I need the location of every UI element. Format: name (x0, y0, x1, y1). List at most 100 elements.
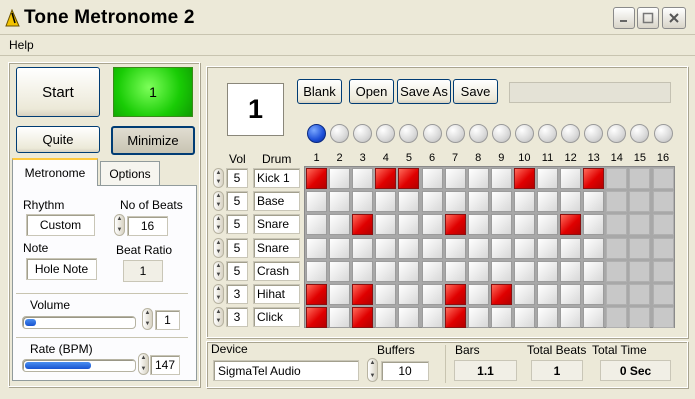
row-volume-spinner[interactable]: ▲ ▼ (213, 214, 224, 235)
rate-slider[interactable] (22, 359, 136, 372)
beats-spinner[interactable]: ▲ ▼ (114, 214, 125, 236)
pattern-cell[interactable] (398, 260, 420, 282)
pattern-cell[interactable] (583, 168, 605, 189)
buffers-field[interactable]: 10 (381, 361, 429, 381)
pattern-cell[interactable] (490, 168, 512, 189)
pattern-cell[interactable] (467, 260, 489, 282)
pattern-cell[interactable] (513, 307, 535, 329)
row-drum[interactable]: Snare (253, 214, 300, 235)
pattern-cell[interactable] (560, 307, 582, 329)
rhythm-field[interactable]: Custom (26, 214, 95, 236)
row-volume[interactable]: 3 (226, 284, 248, 304)
pattern-cell[interactable] (375, 168, 397, 189)
row-volume-spinner[interactable]: ▲ ▼ (213, 191, 224, 212)
beats-field[interactable]: 16 (127, 216, 168, 236)
row-volume[interactable]: 5 (226, 237, 248, 258)
rate-spinner[interactable]: ▲ ▼ (138, 353, 149, 375)
pattern-cell[interactable] (467, 191, 489, 213)
pattern-cell[interactable] (444, 307, 466, 329)
pattern-cell[interactable] (421, 284, 443, 305)
pattern-cell[interactable] (560, 168, 582, 189)
pattern-cell[interactable] (583, 214, 605, 236)
pattern-cell[interactable] (329, 284, 351, 305)
pattern-cell[interactable] (421, 168, 443, 189)
quite-button[interactable]: Quite (16, 126, 100, 153)
minimize-window-button[interactable] (613, 7, 635, 29)
pattern-cell[interactable] (329, 168, 351, 189)
pattern-cell[interactable] (583, 307, 605, 329)
pattern-cell[interactable] (375, 191, 397, 213)
pattern-cell[interactable] (467, 237, 489, 259)
row-volume-spinner[interactable]: ▲ ▼ (213, 237, 224, 258)
pattern-cell[interactable] (467, 168, 489, 189)
pattern-cell[interactable] (329, 191, 351, 213)
row-volume-spinner[interactable]: ▲ ▼ (213, 307, 224, 328)
open-button[interactable]: Open (349, 79, 394, 104)
pattern-cell[interactable] (537, 214, 558, 236)
start-button[interactable]: Start (16, 67, 100, 117)
pattern-cell[interactable] (352, 237, 374, 259)
pattern-cell[interactable] (490, 260, 512, 282)
pattern-cell[interactable] (467, 284, 489, 305)
pattern-cell[interactable] (421, 191, 443, 213)
pattern-cell[interactable] (421, 260, 443, 282)
pattern-cell[interactable] (537, 260, 558, 282)
pattern-cell[interactable] (537, 284, 558, 305)
pattern-cell[interactable] (352, 191, 374, 213)
pattern-cell[interactable] (375, 260, 397, 282)
tab-options[interactable]: Options (100, 161, 160, 185)
pattern-cell[interactable] (513, 214, 535, 236)
row-volume[interactable]: 3 (226, 307, 248, 328)
pattern-cell[interactable] (537, 191, 558, 213)
pattern-cell[interactable] (583, 284, 605, 305)
pattern-cell[interactable] (537, 237, 558, 259)
row-volume[interactable]: 5 (226, 168, 248, 188)
pattern-cell[interactable] (329, 260, 351, 282)
pattern-cell[interactable] (444, 284, 466, 305)
pattern-cell[interactable] (352, 284, 374, 305)
pattern-cell[interactable] (352, 307, 374, 329)
pattern-cell[interactable] (513, 284, 535, 305)
maximize-window-button[interactable] (637, 7, 659, 29)
row-drum[interactable]: Click (253, 307, 300, 328)
pattern-cell[interactable] (398, 191, 420, 213)
row-volume-spinner[interactable]: ▲ ▼ (213, 284, 224, 304)
volume-field[interactable]: 1 (155, 310, 180, 330)
row-drum[interactable]: Hihat (253, 284, 300, 304)
pattern-cell[interactable] (375, 284, 397, 305)
pattern-cell[interactable] (513, 237, 535, 259)
menu-help[interactable]: Help (9, 38, 34, 52)
device-select[interactable]: SigmaTel Audio (213, 360, 359, 381)
pattern-cell[interactable] (560, 260, 582, 282)
volume-spinner[interactable]: ▲ ▼ (142, 308, 153, 330)
note-field[interactable]: Hole Note (26, 258, 97, 280)
pattern-cell[interactable] (444, 168, 466, 189)
pattern-cell[interactable] (444, 237, 466, 259)
pattern-cell[interactable] (583, 191, 605, 213)
pattern-cell[interactable] (490, 284, 512, 305)
row-drum[interactable]: Snare (253, 237, 300, 258)
row-volume-spinner[interactable]: ▲ ▼ (213, 168, 224, 188)
pattern-cell[interactable] (375, 214, 397, 236)
pattern-cell[interactable] (513, 168, 535, 189)
volume-slider[interactable] (22, 316, 136, 329)
save-button[interactable]: Save (453, 79, 498, 104)
pattern-cell[interactable] (560, 214, 582, 236)
pattern-cell[interactable] (467, 214, 489, 236)
pattern-cell[interactable] (306, 260, 327, 282)
pattern-cell[interactable] (352, 260, 374, 282)
pattern-cell[interactable] (421, 307, 443, 329)
pattern-cell[interactable] (398, 307, 420, 329)
save-as-button[interactable]: Save As (397, 79, 451, 104)
pattern-cell[interactable] (537, 168, 558, 189)
pattern-cell[interactable] (444, 214, 466, 236)
tab-metronome[interactable]: Metronome (12, 158, 98, 186)
row-volume[interactable]: 5 (226, 214, 248, 235)
pattern-cell[interactable] (560, 284, 582, 305)
pattern-cell[interactable] (513, 260, 535, 282)
pattern-cell[interactable] (513, 191, 535, 213)
pattern-cell[interactable] (490, 191, 512, 213)
pattern-cell[interactable] (444, 191, 466, 213)
pattern-cell[interactable] (375, 237, 397, 259)
pattern-cell[interactable] (329, 214, 351, 236)
